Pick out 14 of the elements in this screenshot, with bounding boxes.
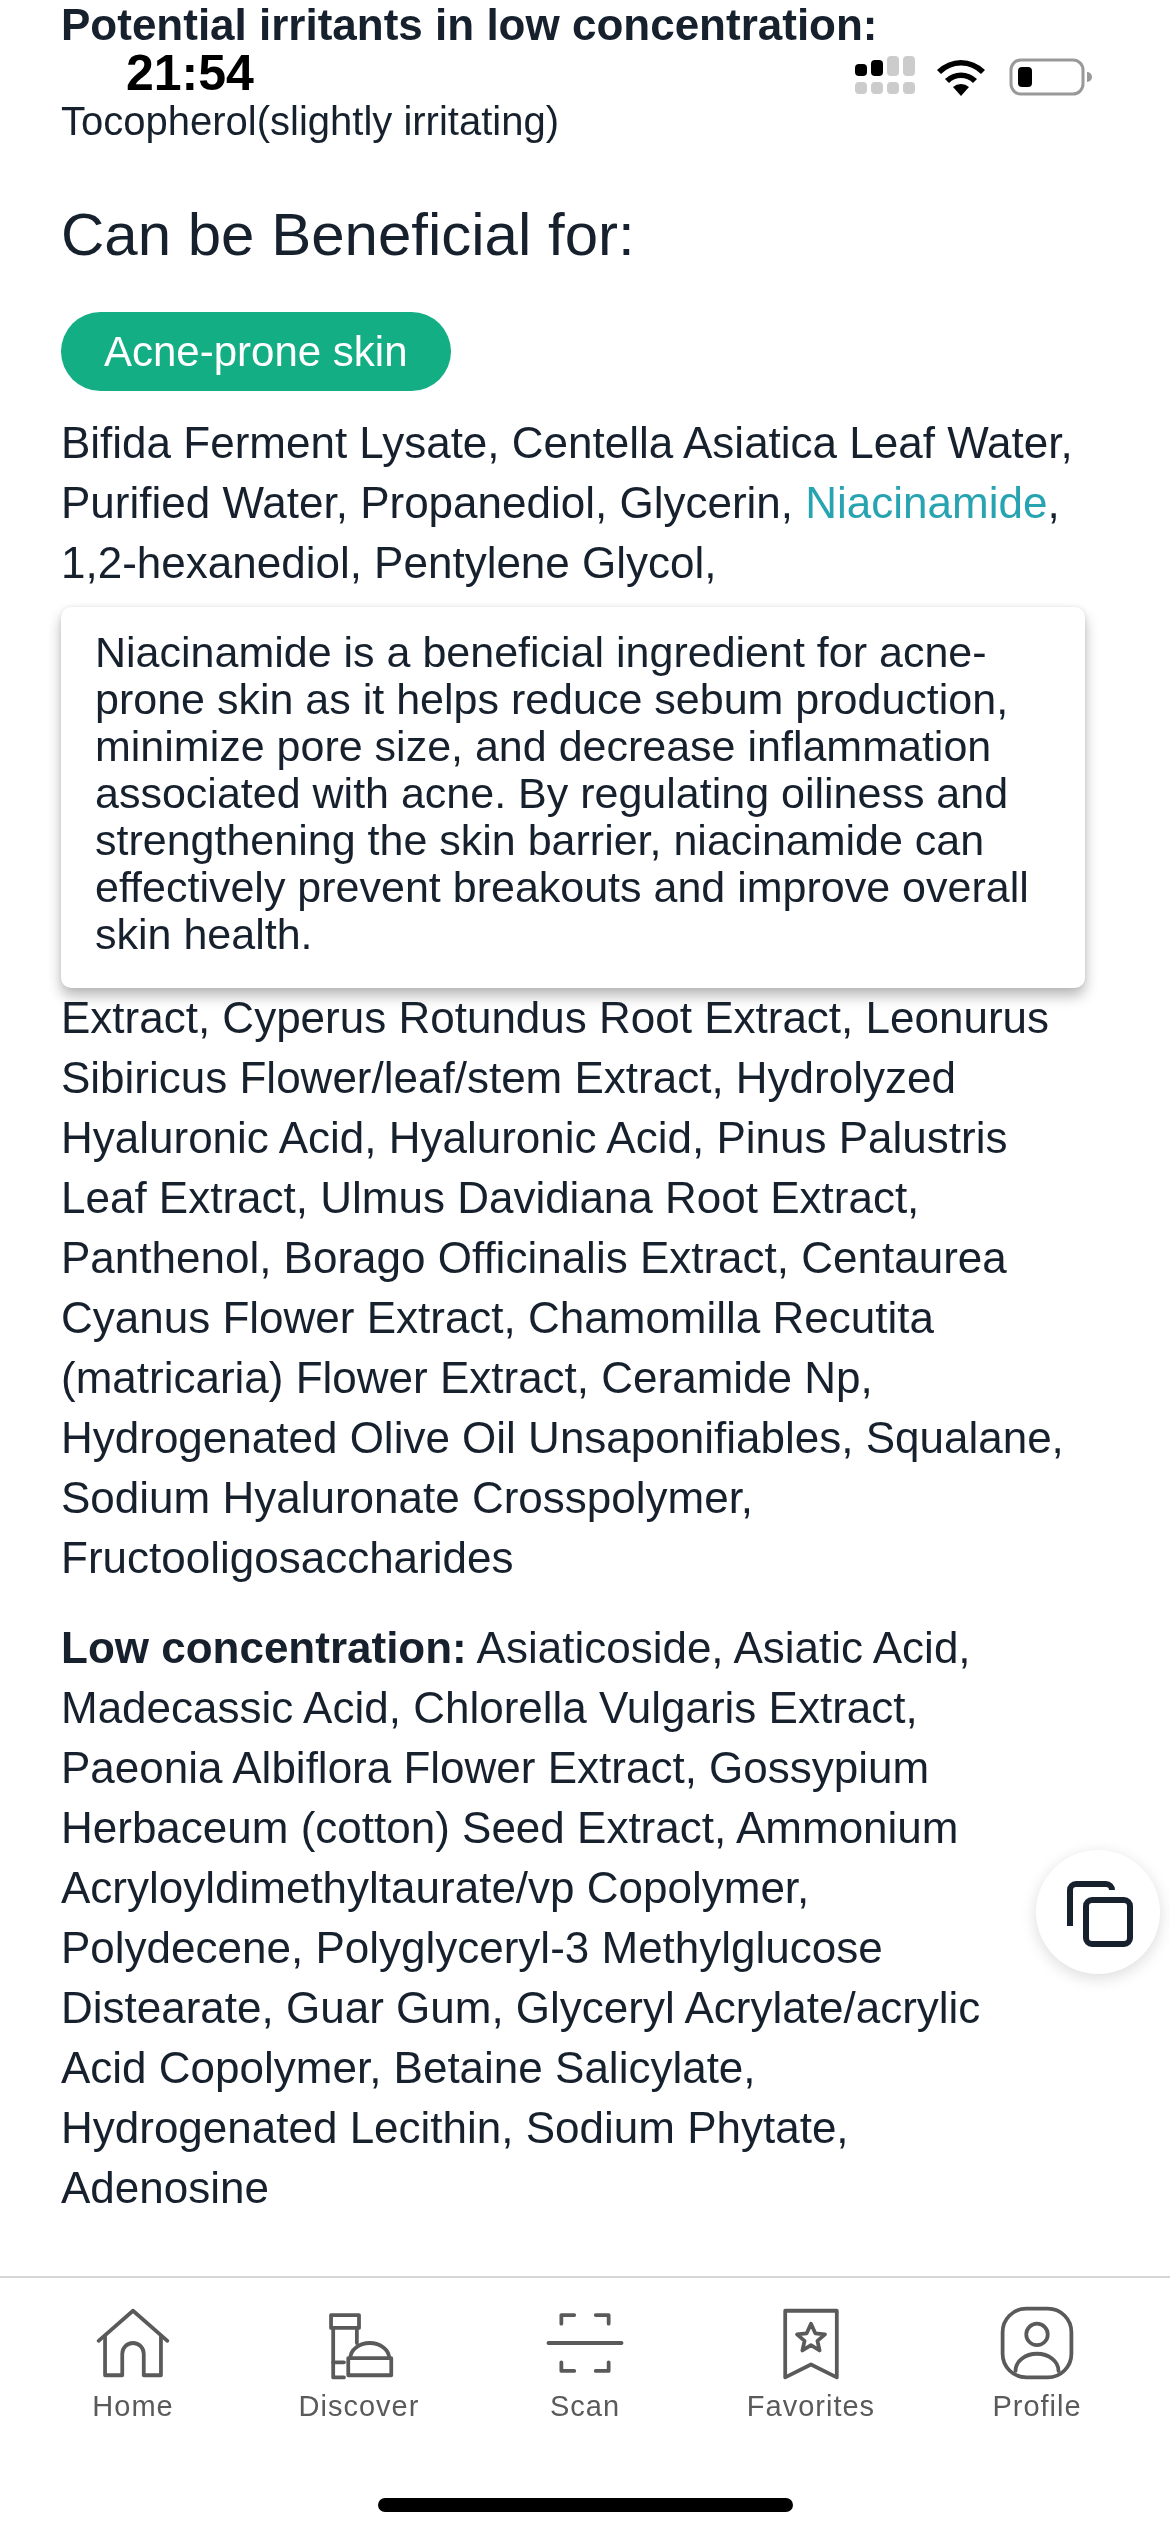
ingredients-text: Extract, Cyperus Rotundus Root Extract, Leonurus Sibiricus Flower/leaf/stem Extract, Hydrolyzed Hyaluronic Acid, Hyaluronic Acid, Pinus Palustris Leaf Extract, Ulmus Davidiana Root Extract, Panthenol, Borago Officinalis Extract, Centaurea Cyanus Flower Extract, Chamomilla Recutita (matricaria) Flower Extract, Ceramide Np, Hydrogenated Olive Oil Unsaponifiables, Squalane, Sodium Hyaluronate Crosspolymer, Fructooligosaccharides — [61, 992, 1065, 1584]
section-heading: Can be Beneficial for: — [61, 200, 636, 270]
skin-type-tag: Acne-prone skin — [61, 312, 451, 391]
battery-icon — [1009, 58, 1093, 96]
low-concentration-text: Low concentration: Asiaticoside, Asiatic Acid, Madecassic Acid, Chlorella Vulgaris Extract, Paeonia Albiflora Flower Extract, Gossypium Herbaceum (cotton) Seed Extract, Ammonium Acryloyldimethyltaurate/vp Copolymer, Polydecene, Polyglyceryl-3 Methylglucose Distearate, Guar Gum, Glyceryl Acrylate/acrylic Acid Copolymer, Betaine Salicylate, Hydrogenated Lecithin, Sodium Phytate, Adenosine — [61, 1622, 982, 2214]
nav-tab[interactable]: Profile — [957, 2300, 1117, 2423]
nav-tab[interactable]: Discover — [279, 2300, 439, 2423]
info-tooltip: Niacinamide is a beneficial ingredient for acne-prone skin as it helps reduce sebum production, minimize pore size, and decrease inflammation associated with acne. By regulating oiliness and strengthening the skin barrier, niacinamide can effectively prevent breakouts and improve overall skin health. — [61, 607, 1085, 988]
signal-icon — [855, 56, 915, 96]
nav-tab[interactable]: Favorites — [731, 2300, 891, 2423]
nav-tab[interactable]: Home — [53, 2300, 213, 2423]
wifi-icon — [936, 58, 986, 96]
nav-tab[interactable]: Scan — [505, 2300, 665, 2423]
ingredients-text: Bifida Ferment Lysate, Centella Asiatica Leaf Water, Purified Water, Propanediol, Glycerin, Niacinamide, 1,2-hexanediol, Pentylene Glycol, — [61, 417, 1074, 589]
